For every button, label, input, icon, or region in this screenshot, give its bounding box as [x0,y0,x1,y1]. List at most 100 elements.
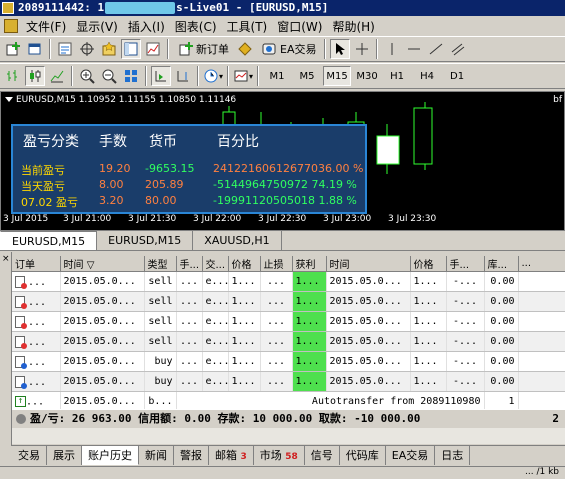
separator [145,66,147,86]
market-watch-button[interactable] [55,39,75,59]
chart-shift-button[interactable] [173,66,193,86]
strategy-tester-button[interactable] [143,39,163,59]
col-ticket[interactable]: 订单 [12,256,61,272]
vertical-line-button[interactable] [382,39,402,59]
tab-exposure[interactable]: 展示 [47,446,82,465]
col-commission[interactable]: 手... [446,256,485,272]
cell-ticket-text: ... [28,296,47,308]
navigator-button[interactable] [99,39,119,59]
cell-swap: 0.00 [484,331,519,352]
price-chart[interactable]: EURUSD,M15 1.10952 1.11155 1.10850 1.111… [0,91,565,231]
cell-type-text: sell [148,276,173,287]
dropdown-arrow-icon: ▾ [219,71,224,81]
menu-charts[interactable]: 图表(C) [171,18,223,35]
timeframe-h1[interactable]: H1 [383,66,411,86]
bar-chart-button[interactable] [3,66,23,86]
timeframe-h4[interactable]: H4 [413,66,441,86]
chart-tab-eurusd-m15[interactable]: EURUSD,M15 [0,231,98,250]
profiles-button[interactable] [25,39,45,59]
tab-market[interactable]: 市场 58 [254,446,305,465]
templates-button[interactable]: ▾ [233,66,253,86]
zoom-in-icon [80,69,95,84]
autoscroll-button[interactable] [151,66,171,86]
menu-view[interactable]: 显示(V) [72,18,124,35]
table-row[interactable]: ... 2015.05.0... sell... e... 1...... 1... 201… [12,311,565,332]
col-sl[interactable]: 止损 [260,256,293,272]
tab-mailbox[interactable]: 邮箱 3 [209,446,254,465]
tab-signals[interactable]: 信号 [305,446,340,465]
col-lots[interactable]: 手... [176,256,203,272]
new-chart-button[interactable] [3,39,23,59]
tab-label: 信号 [310,449,333,462]
col-time[interactable]: 时间 ▽ [60,256,145,272]
col-more[interactable]: ... [518,256,565,272]
col-type[interactable]: 类型 [144,256,177,272]
col-tp[interactable]: 获利 [292,256,327,272]
ea-trading-button[interactable]: EA交易 [257,39,320,59]
tab-experts[interactable]: EA交易 [386,446,436,465]
cell-time: 2015.05.0... [60,311,145,332]
timeframe-m5[interactable]: M5 [293,66,321,86]
metaeditor-button[interactable] [235,39,255,59]
close-icon[interactable]: × [2,254,10,264]
timeframe-d1[interactable]: D1 [443,66,471,86]
candlestick-button[interactable] [25,66,45,86]
col-price[interactable]: 价格 [228,256,261,272]
table-row[interactable]: ... 2015.05.0... sell... e... 1...... 1... 201… [12,271,565,292]
cell-ticket: ... [12,311,61,332]
menu-insert[interactable]: 插入(I) [124,18,171,35]
timeframe-m30[interactable]: M30 [353,66,381,86]
panel-row-percent: -5144964750972 74.19 % [213,178,357,191]
timeframe-m15[interactable]: M15 [323,66,352,86]
horizontal-line-button[interactable] [404,39,424,59]
new-order-button[interactable]: 新订单 [173,39,233,59]
zoom-out-button[interactable] [99,66,119,86]
channel-button[interactable] [448,39,468,59]
tab-account-history[interactable]: 账户历史 [82,446,139,465]
cursor-tool-button[interactable] [330,39,351,59]
cell-time-text: 2015.05.0... [63,336,136,347]
time-label: 3 Jul 21:00 [63,214,112,224]
cell-more [518,351,565,372]
chart-tab-eurusd-m15-2[interactable]: EURUSD,M15 [97,231,194,250]
separator [71,66,73,86]
chart-tab-xauusd-h1[interactable]: XAUUSD,H1 [193,231,282,250]
panel-header-currency: 货币 [149,134,177,150]
menu-window[interactable]: 窗口(W) [273,18,328,35]
cell-ticket-text: ... [28,276,47,288]
table-row[interactable]: ... 2015.05.0... sell... e... 1...... 1... 201… [12,291,565,312]
ea-trading-label: EA交易 [280,43,317,56]
cell-commission: -... [446,351,485,372]
tab-news[interactable]: 新闻 [139,446,174,465]
menu-tools[interactable]: 工具(T) [223,18,274,35]
timeframe-m1[interactable]: M1 [263,66,291,86]
line-chart-button[interactable] [47,66,67,86]
chart-window-icon[interactable] [4,19,18,33]
menu-help[interactable]: 帮助(H) [328,18,380,35]
tab-trade[interactable]: 交易 [12,446,47,465]
col-close-time[interactable]: 时间 [326,256,411,272]
crosshair-tool-button[interactable] [352,39,372,59]
cell-commission: -... [446,311,485,332]
tab-code-base[interactable]: 代码库 [340,446,386,465]
tab-journal[interactable]: 日志 [435,446,471,465]
table-row[interactable]: ... 2015.05.0... buy... e... 1...... 1... 2015… [12,371,565,392]
terminal-button[interactable] [121,39,141,59]
cell-commission-text: -... [452,276,478,287]
menu-file[interactable]: 文件(F) [22,18,72,35]
table-row[interactable]: ... 2015.05.0... sell... e... 1...... 1... 201… [12,331,565,352]
horizontal-scrollbar[interactable] [12,428,565,444]
cell-swap-text: 0.00 [490,376,515,387]
data-window-button[interactable] [77,39,97,59]
tab-alerts[interactable]: 警报 [174,446,209,465]
zoom-in-button[interactable] [77,66,97,86]
table-row[interactable]: ... 2015.05.0... buy... e... 1...... 1... 2015… [12,351,565,372]
indicators-button[interactable]: ▾ [203,66,223,86]
col-close-price[interactable]: 价格 [410,256,447,272]
tile-windows-button[interactable] [121,66,141,86]
col-symbol[interactable]: 交... [202,256,229,272]
col-swap[interactable]: 库... [484,256,519,272]
trendline-button[interactable] [426,39,446,59]
terminal-window-icon [124,42,138,56]
market-watch-icon [58,42,72,56]
